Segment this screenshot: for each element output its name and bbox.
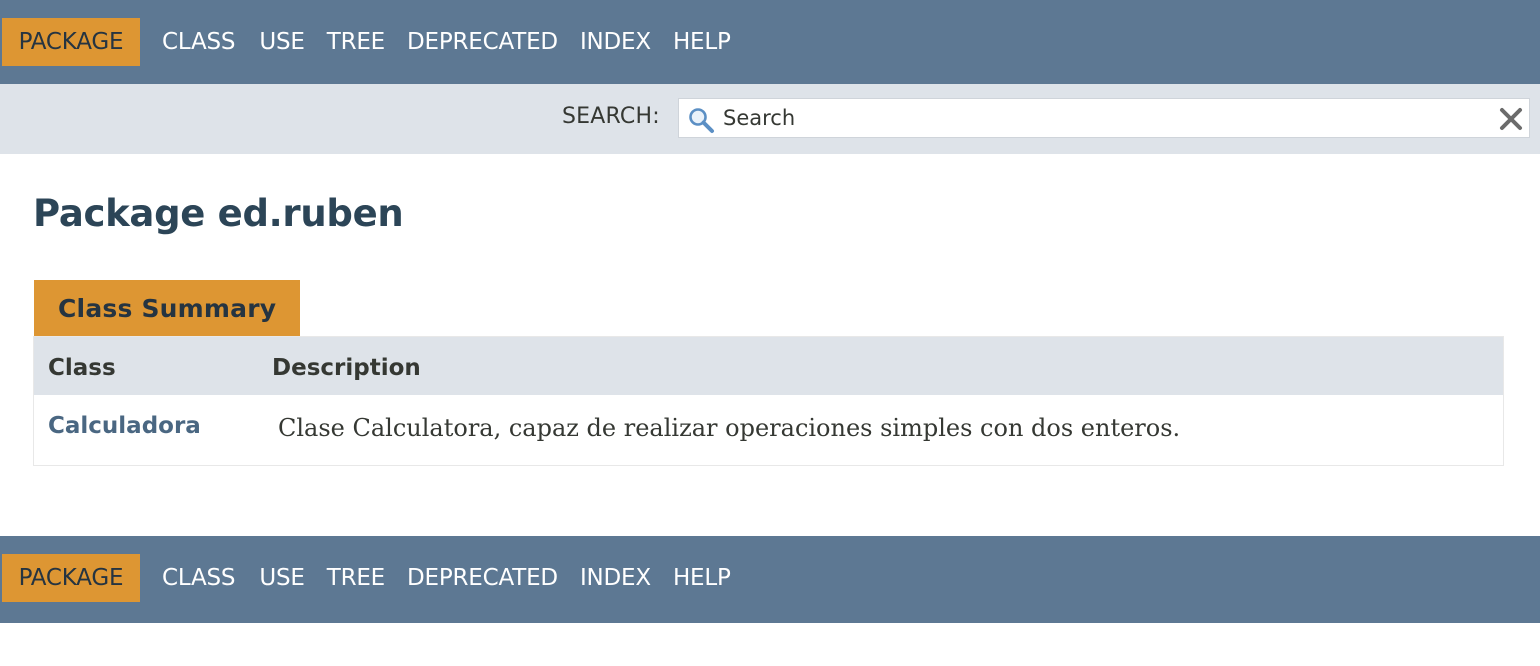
bottom-nav-item-use[interactable]: USE — [259, 554, 305, 602]
search-box — [678, 98, 1530, 138]
column-header-description: Description — [272, 355, 421, 381]
class-summary-caption: Class Summary — [34, 280, 301, 336]
bottom-navbar: PACKAGE CLASS USE TREE DEPRECATED INDEX … — [0, 536, 1540, 623]
class-summary-caption-label: Class Summary — [58, 293, 277, 323]
search-icon — [689, 108, 714, 133]
bottom-nav-list: PACKAGE CLASS USE TREE DEPRECATED INDEX … — [2, 554, 731, 602]
nav-item-deprecated[interactable]: DEPRECATED — [407, 18, 558, 66]
bottom-nav-item-index[interactable]: INDEX — [580, 554, 651, 602]
bottom-nav-item-deprecated[interactable]: DEPRECATED — [407, 554, 558, 602]
nav-item-tree[interactable]: TREE — [327, 18, 385, 66]
class-description: Clase Calculatora, capaz de realizar ope… — [278, 414, 1181, 442]
bottom-nav-item-help[interactable]: HELP — [673, 554, 731, 602]
bottom-nav-item-tree[interactable]: TREE — [327, 554, 385, 602]
table-header: Class Description — [34, 337, 1503, 395]
nav-item-index[interactable]: INDEX — [580, 18, 651, 66]
sub-navbar: SEARCH: — [0, 84, 1540, 154]
nav-item-help[interactable]: HELP — [673, 18, 731, 66]
search-input[interactable] — [723, 99, 1483, 137]
class-summary-table: Class Description Calculadora Clase Calc… — [33, 336, 1504, 466]
class-link-calculadora[interactable]: Calculadora — [48, 413, 201, 439]
close-icon[interactable] — [1499, 107, 1523, 131]
nav-item-use[interactable]: USE — [259, 18, 305, 66]
bottom-nav-item-class[interactable]: CLASS — [162, 554, 236, 602]
search-label: SEARCH: — [562, 104, 660, 129]
column-header-class: Class — [48, 355, 116, 381]
top-nav-list: PACKAGE CLASS USE TREE DEPRECATED INDEX … — [2, 18, 731, 66]
nav-item-class[interactable]: CLASS — [162, 18, 236, 66]
top-navbar: PACKAGE CLASS USE TREE DEPRECATED INDEX … — [0, 0, 1540, 84]
bottom-nav-item-package: PACKAGE — [2, 554, 140, 602]
page-title: Package ed.ruben — [33, 192, 404, 235]
nav-item-package: PACKAGE — [2, 18, 140, 66]
table-row: Calculadora Clase Calculatora, capaz de … — [34, 395, 1503, 465]
